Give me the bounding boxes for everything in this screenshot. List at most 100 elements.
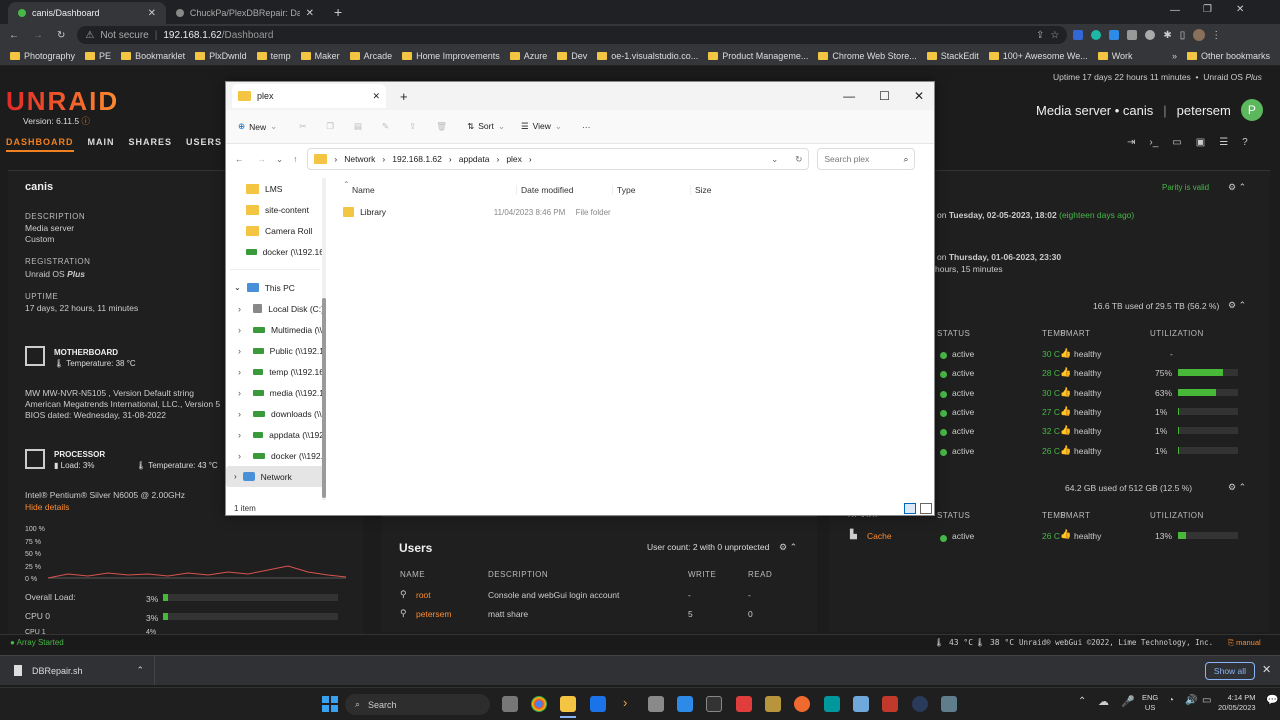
sidebar-drive-item[interactable]: › temp (\\192.16 (226, 361, 324, 382)
user-root-link[interactable]: root (416, 590, 431, 600)
view-button[interactable]: ☰ View ⌄ (521, 121, 562, 132)
app-icon[interactable] (794, 696, 810, 712)
gear-icon[interactable]: ⚙ ⌃ (1228, 182, 1246, 193)
breadcrumb-item[interactable]: plex (506, 154, 522, 164)
new-tab-icon[interactable]: + (334, 4, 342, 20)
export-icon[interactable]: ⇥ (1127, 137, 1135, 148)
copy-icon[interactable]: ❐ (326, 121, 334, 132)
up-icon[interactable]: ↑ (293, 154, 297, 164)
photos-icon[interactable] (853, 696, 869, 712)
minimize-icon[interactable]: — (1170, 5, 1180, 16)
delete-icon[interactable]: 🗑 (436, 121, 447, 132)
share-icon[interactable]: ⇪ (1036, 30, 1044, 41)
bookmark-item[interactable]: Photography (10, 51, 75, 61)
bookmark-item[interactable]: Azure (509, 51, 547, 61)
powershell-icon[interactable]: › (623, 695, 627, 710)
mail-icon[interactable] (590, 696, 606, 712)
bookmark-item[interactable]: Dev (557, 51, 587, 61)
terminal-icon[interactable]: ›_ (1149, 137, 1158, 148)
tab-plexdbrepair[interactable]: ChuckPa/PlexDBRepair: Databas ✕ (166, 2, 324, 24)
cut-icon[interactable]: ✂ (299, 121, 306, 132)
extension-icon[interactable] (1145, 30, 1156, 40)
new-button[interactable]: ⊕ New ⌄ (238, 121, 277, 132)
url-field[interactable]: ⚠ Not secure | 192.168.1.62/Dashboard ⇪ … (77, 26, 1068, 44)
nav-main[interactable]: MAIN (88, 137, 115, 152)
back-icon[interactable]: ← (235, 154, 244, 164)
sidebar-drive-item[interactable]: › Public (\\192.1 (226, 340, 324, 361)
close-icon[interactable]: ✕ (914, 89, 924, 103)
column-date[interactable]: Date modified (516, 185, 612, 195)
close-icon[interactable]: ✕ (1262, 663, 1271, 676)
scrollbar-thumb[interactable] (322, 298, 326, 498)
column-name[interactable]: Name (352, 185, 516, 195)
menu-icon[interactable]: ⋮ (1211, 30, 1221, 41)
back-icon[interactable]: ← (9, 30, 19, 41)
explorer-search[interactable]: Search plex ⌕ (817, 148, 916, 170)
bookmark-item[interactable]: Work (1097, 51, 1133, 61)
bookmark-item[interactable]: temp (256, 51, 291, 61)
close-icon[interactable]: ✕ (148, 8, 156, 19)
puzzle-icon[interactable]: ✱ (1163, 30, 1171, 41)
sidebar-quick-access-item[interactable]: site-content (226, 199, 324, 220)
bookmark-item[interactable]: PE (85, 51, 111, 61)
gear-icon[interactable]: ⚙ ⌃ (1228, 482, 1246, 493)
breadcrumb-item[interactable]: 192.168.1.62 (392, 154, 442, 164)
sidebar-drive-item[interactable]: › Multimedia (\\ (226, 319, 324, 340)
minimize-icon[interactable]: — (843, 89, 855, 103)
sidebar-quick-access-item[interactable]: LMS (226, 178, 324, 199)
avatar[interactable]: P (1240, 99, 1263, 121)
cloud-icon[interactable]: ☁ (1098, 695, 1109, 708)
close-icon[interactable]: ✕ (306, 8, 314, 19)
vscode-icon[interactable] (677, 696, 693, 712)
more-bookmarks-icon[interactable]: » (1172, 51, 1177, 61)
info-icon[interactable]: ⓘ (81, 116, 90, 126)
chevron-down-icon[interactable]: ⌄ (771, 154, 778, 165)
column-type[interactable]: Type (612, 185, 690, 195)
sidebar-scrollbar[interactable] (322, 178, 326, 500)
user-petersem-link[interactable]: petersem (416, 609, 451, 619)
bookmark-item[interactable]: Chrome Web Store... (818, 51, 917, 61)
share-icon[interactable]: ⇪ (409, 121, 416, 132)
window-close-icon[interactable]: ✕ (1236, 4, 1244, 15)
file-explorer-icon[interactable] (560, 696, 576, 712)
new-tab-icon[interactable]: + (400, 89, 408, 104)
paste-icon[interactable]: ▤ (354, 121, 362, 132)
column-size[interactable]: Size (690, 185, 740, 195)
refresh-icon[interactable]: ↻ (795, 154, 802, 165)
breadcrumb-item[interactable]: appdata (459, 154, 490, 164)
bookmark-item[interactable]: Maker (300, 51, 340, 61)
nav-users[interactable]: USERS (186, 137, 222, 152)
bookmark-item[interactable]: 100+ Awesome We... (988, 51, 1088, 61)
nav-dashboard[interactable]: DASHBOARD (6, 137, 74, 152)
tab-dashboard[interactable]: canis/Dashboard ✕ (8, 2, 166, 24)
breadcrumb-item[interactable]: Network (344, 154, 375, 164)
bookmark-item[interactable]: StackEdit (926, 51, 979, 61)
gear-icon[interactable]: ⚙ ⌃ (779, 542, 797, 553)
profile-avatar[interactable] (1193, 29, 1206, 41)
sidebar-drive-item[interactable]: › docker (\\192. (226, 445, 324, 466)
extension-icon[interactable] (1127, 30, 1138, 40)
bookmark-item[interactable]: Home Improvements (402, 51, 500, 61)
battery-icon[interactable]: ▭ (1202, 695, 1211, 706)
download-item[interactable]: DBRepair.sh ⌃ (0, 656, 155, 685)
extension-icon[interactable] (1091, 30, 1102, 40)
explorer-path-bar[interactable]: › Network › 192.168.1.62 › appdata › plex › … (307, 148, 810, 170)
file-row[interactable]: Library 11/04/2023 8:46 PM File folder (342, 204, 642, 220)
manual-link[interactable]: ⎘ manual (1228, 638, 1261, 648)
help-icon[interactable]: ? (1242, 137, 1248, 148)
bookmark-item[interactable]: Bookmarklet (121, 51, 185, 61)
sidebar-drive-item[interactable]: › appdata (\\192 (226, 424, 324, 445)
forward-icon[interactable]: → (33, 30, 43, 41)
app-icon[interactable] (736, 696, 752, 712)
app-icon[interactable] (765, 696, 781, 712)
sidebar-drive-item[interactable]: › Local Disk (C:) (226, 298, 324, 319)
other-bookmarks[interactable]: Other bookmarks (1186, 51, 1270, 61)
feedback-icon[interactable]: ▭ (1172, 137, 1181, 148)
bookmark-item[interactable]: Product Manageme... (708, 51, 808, 61)
gear-icon[interactable]: ⚙ ⌃ (1228, 300, 1246, 311)
store-icon[interactable] (648, 696, 664, 712)
terminal-icon[interactable] (706, 696, 722, 712)
chevron-down-icon[interactable]: ⌄ (276, 154, 283, 165)
hide-details-link[interactable]: Hide details (25, 502, 69, 512)
sidebar-quick-access-item[interactable]: docker (\\192.16 (226, 241, 324, 262)
